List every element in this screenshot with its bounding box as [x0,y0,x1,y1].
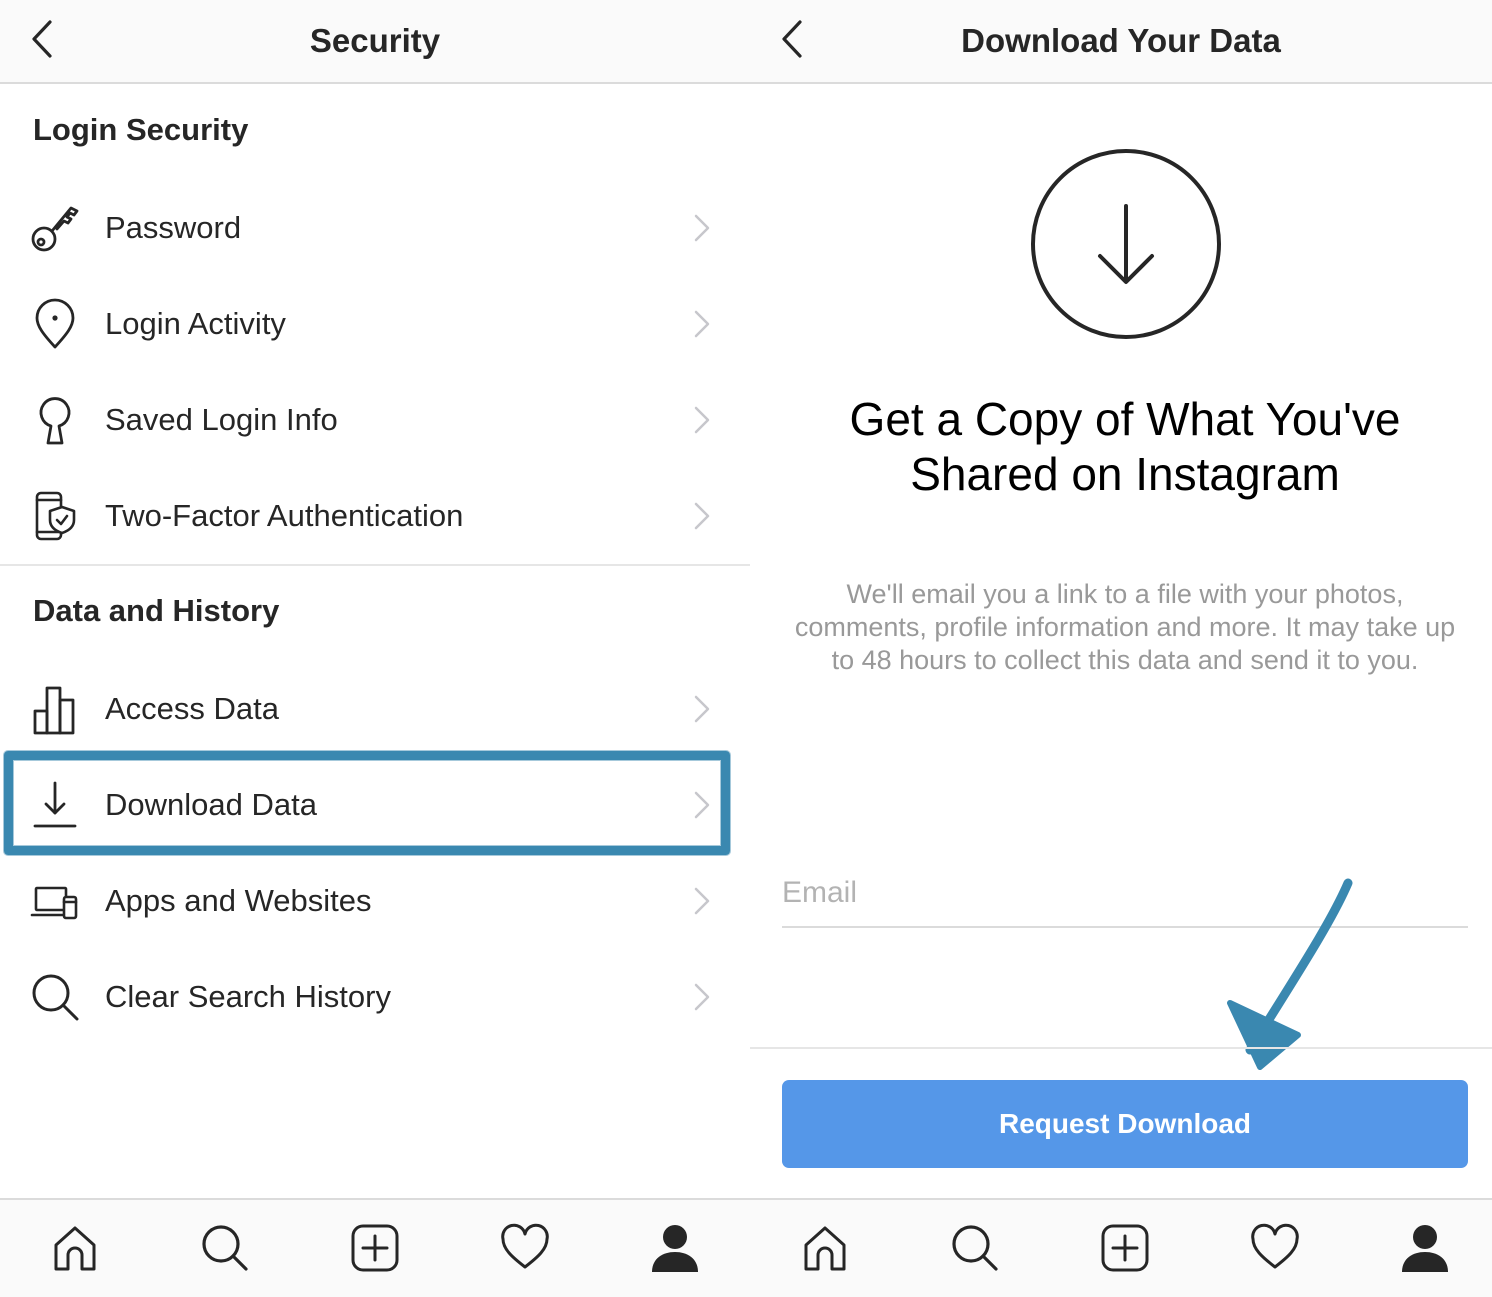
heart-icon [1251,1223,1299,1269]
tab-home[interactable] [45,1218,105,1278]
profile-icon [652,1225,698,1272]
key-icon [28,202,82,254]
chevron-right-icon [694,310,710,338]
section-header-data-and-history: Data and History [33,593,280,628]
add-post-icon [1101,1224,1149,1272]
phone-shield-icon [28,490,82,542]
download-circle-icon [1031,149,1221,339]
tab-bar [750,1198,1492,1297]
settings-item-label: Password [105,210,242,245]
back-chevron-icon [32,20,52,58]
tab-new-post[interactable] [345,1218,405,1278]
back-button[interactable] [20,14,64,64]
settings-item-apps-and-websites[interactable]: Apps and Websites [0,853,750,949]
download-headline: Get a Copy of What You've Shared on Inst… [849,393,1401,500]
download-navbar: Download Your Data [750,0,1492,84]
location-pin-icon [28,298,82,350]
tab-search[interactable] [195,1218,255,1278]
security-navbar: Security [0,0,750,84]
chevron-right-icon [694,695,710,723]
settings-item-label: Saved Login Info [105,402,338,437]
settings-item-clear-search-history[interactable]: Clear Search History [0,949,750,1045]
chevron-right-icon [694,791,710,819]
add-post-icon [351,1224,399,1272]
settings-item-login-activity[interactable]: Login Activity [0,276,750,372]
page-title: Download Your Data [961,22,1281,59]
security-screen: Security Login Security Password Login A… [0,0,750,1297]
download-description: We'll email you a link to a file with yo… [794,579,1456,675]
chevron-right-icon [694,502,710,530]
tab-bar [0,1198,750,1297]
laptop-phone-icon [28,875,82,927]
download-your-data-screen: Download Your Data Get a Copy of What Yo… [750,0,1492,1297]
back-button[interactable] [770,14,814,64]
tab-activity[interactable] [1245,1218,1305,1278]
chevron-right-icon [694,214,710,242]
settings-item-label: Apps and Websites [105,883,372,918]
chevron-right-icon [694,983,710,1011]
settings-item-two-factor-authentication[interactable]: Two-Factor Authentication [0,468,750,564]
button-divider [750,1047,1492,1049]
heart-icon [501,1223,549,1269]
chevron-right-icon [694,406,710,434]
home-icon [54,1226,96,1271]
keyhole-icon [28,394,82,446]
settings-item-label: Access Data [105,691,280,726]
settings-item-access-data[interactable]: Access Data [0,661,750,757]
email-field[interactable] [782,860,1468,928]
settings-item-label: Two-Factor Authentication [105,498,464,533]
chevron-right-icon [694,887,710,915]
settings-item-label: Download Data [105,787,317,822]
page-title: Security [309,22,441,59]
tab-profile[interactable] [1395,1218,1455,1278]
profile-icon [1402,1225,1448,1272]
section-divider [0,564,750,566]
search-icon [28,971,82,1023]
download-icon [28,779,82,831]
tab-profile[interactable] [645,1218,705,1278]
settings-item-password[interactable]: Password [0,180,750,276]
tab-search[interactable] [945,1218,1005,1278]
tab-home[interactable] [795,1218,855,1278]
search-icon [952,1225,998,1271]
tab-new-post[interactable] [1095,1218,1155,1278]
search-icon [202,1225,248,1271]
bar-chart-icon [28,683,82,735]
settings-item-label: Clear Search History [105,979,391,1014]
request-download-button[interactable]: Request Download [782,1080,1468,1168]
tab-activity[interactable] [495,1218,555,1278]
section-header-login-security: Login Security [33,112,249,147]
settings-item-label: Login Activity [105,306,286,341]
settings-item-download-data[interactable]: Download Data [0,757,750,853]
home-icon [804,1226,846,1271]
settings-item-saved-login-info[interactable]: Saved Login Info [0,372,750,468]
back-chevron-icon [782,20,802,58]
